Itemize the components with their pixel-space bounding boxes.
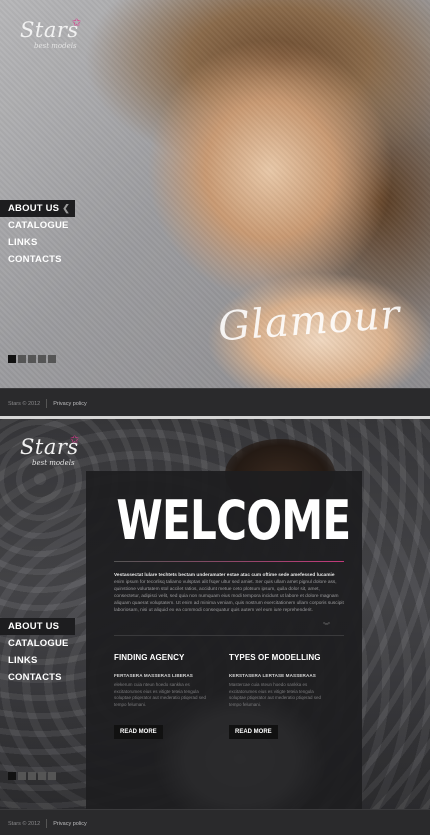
logo-text: Stars <box>20 18 79 42</box>
intro-text: Vestassectat lulare techtets bectam unde… <box>114 572 344 614</box>
logo[interactable]: Stars ✩ best models <box>20 434 80 467</box>
star-icon: ✩ <box>70 434 80 446</box>
menu-label: ABOUT US <box>8 621 60 632</box>
slider-dot[interactable] <box>38 772 46 780</box>
slider-dot[interactable] <box>8 772 16 780</box>
intro-body: enim ipsum for tecorlisq taliamo vulspta… <box>114 580 344 613</box>
column-heading: TYPES OF MODELLING <box>229 653 321 662</box>
logo[interactable]: Stars ✩ best models <box>20 17 82 50</box>
menu-item-catalogue[interactable]: CATALOGUE <box>0 635 75 652</box>
menu-item-contacts[interactable]: CONTACTS <box>0 669 75 686</box>
menu-item-about-us[interactable]: ABOUT US <box>0 618 75 635</box>
divider <box>46 819 48 828</box>
slider-dot[interactable] <box>28 772 36 780</box>
logo-tagline: best models <box>34 42 77 50</box>
column-text: Mastercae cuia nteun hoedo sankka es exc… <box>229 682 322 707</box>
column-subheading: FERTASERA MASSERAS LIBERAS <box>114 673 193 678</box>
main-menu: ABOUT US CATALOGUE LINKS CONTACTS <box>0 618 75 686</box>
star-icon: ✩ <box>72 17 82 29</box>
privacy-policy-link[interactable]: Privacy policy <box>53 821 87 827</box>
menu-item-contacts[interactable]: CONTACTS <box>0 251 75 268</box>
hero-screen: Stars ✩ best models ABOUT US ❮ CATALOGUE… <box>0 0 430 388</box>
section-divider <box>114 635 344 636</box>
welcome-title: WELCOME <box>116 489 351 552</box>
menu-label: ABOUT US <box>8 203 60 214</box>
menu-item-about-us[interactable]: ABOUT US ❮ <box>0 200 75 217</box>
slider-dot[interactable] <box>28 355 36 363</box>
read-more-button[interactable]: READ MORE <box>229 725 278 739</box>
chevron-left-icon: ❮ <box>62 203 70 213</box>
main-menu: ABOUT US ❮ CATALOGUE LINKS CONTACTS <box>0 200 75 268</box>
column-text: elekerum cuia nteun hoedo sankka es exci… <box>114 682 207 707</box>
slider-dot[interactable] <box>18 355 26 363</box>
footer: Stars © 2012 Privacy policy <box>0 809 430 835</box>
welcome-screen: Stars ✩ best models WELCOME Vestassectat… <box>0 419 430 809</box>
menu-label: CONTACTS <box>8 254 62 265</box>
divider <box>46 399 48 408</box>
menu-label: LINKS <box>8 237 38 248</box>
slider-dot[interactable] <box>38 355 46 363</box>
copyright: Stars © 2012 <box>8 400 41 407</box>
slider-pagination <box>8 772 56 780</box>
menu-label: CONTACTS <box>8 672 62 683</box>
column-finding-agency: FINDING AGENCY FERTASERA MASSERAS LIBERA… <box>114 653 214 739</box>
menu-label: CATALOGUE <box>8 638 69 649</box>
copyright: Stars © 2012 <box>8 820 41 827</box>
slider-dot[interactable] <box>48 355 56 363</box>
column-subheading: KERSTASERA LERTASE MASSERAAS <box>229 673 316 678</box>
welcome-panel: WELCOME Vestassectat lulare techtets bec… <box>86 471 362 809</box>
menu-item-links[interactable]: LINKS <box>0 652 75 669</box>
privacy-policy-link[interactable]: Privacy policy <box>53 401 87 407</box>
menu-item-catalogue[interactable]: CATALOGUE <box>0 217 75 234</box>
logo-tagline: best models <box>32 459 75 467</box>
title-rule <box>114 561 344 562</box>
menu-label: CATALOGUE <box>8 220 69 231</box>
column-heading: FINDING AGENCY <box>114 653 185 662</box>
slider-pagination <box>8 355 56 363</box>
column-types-of-modelling: TYPES OF MODELLING KERSTASERA LERTASE MA… <box>229 653 329 739</box>
menu-item-links[interactable]: LINKS <box>0 234 75 251</box>
slider-dot[interactable] <box>48 772 56 780</box>
intro-lead: Vestassectat lulare techtets bectam unde… <box>114 573 335 578</box>
footer: Stars © 2012 Privacy policy <box>0 388 430 416</box>
menu-label: LINKS <box>8 655 38 666</box>
read-more-button[interactable]: READ MORE <box>114 725 163 739</box>
chevron-down-icon[interactable]: ︾ <box>323 621 330 631</box>
slider-dot[interactable] <box>18 772 26 780</box>
slider-dot[interactable] <box>8 355 16 363</box>
